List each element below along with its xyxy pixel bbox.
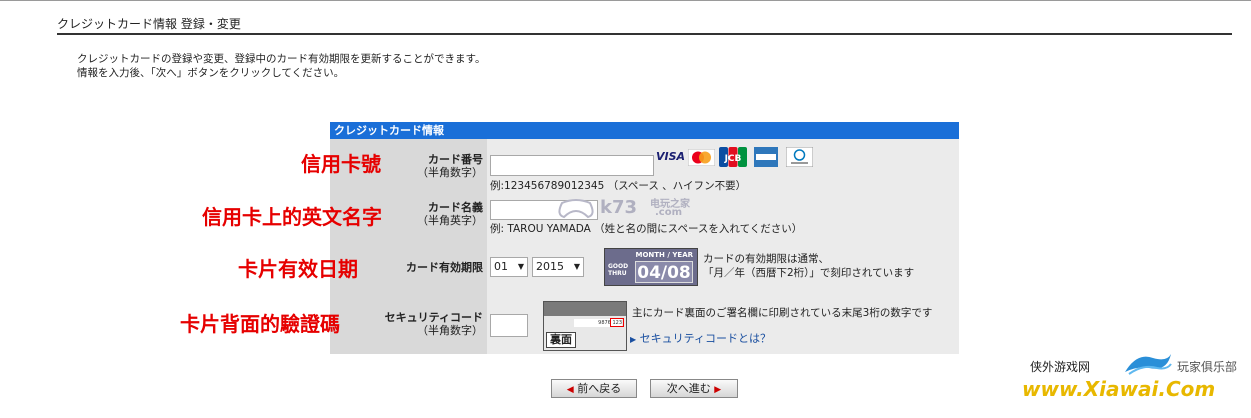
card-back-label: 裏面	[546, 332, 576, 348]
next-button-label: 次へ進む	[666, 382, 711, 395]
annotation-expiry: 卡片有效日期	[238, 257, 358, 281]
card-number-input[interactable]	[490, 155, 654, 176]
expiry-badge-good-thru: GOOD THRU	[608, 263, 629, 277]
chevron-down-icon: ▼	[517, 262, 524, 271]
link-arrow-icon: ▶	[630, 335, 637, 344]
panel-header-title: クレジットカード情報	[334, 124, 444, 137]
card-number-label: カード番号 （半角数字）	[398, 153, 483, 179]
page-title: クレジットカード情報 登録・変更	[57, 17, 241, 31]
annotation-card-number: 信用卡號	[301, 152, 381, 176]
card-name-label: カード名義 （半角英字）	[398, 201, 483, 227]
card-name-sub-label: （半角英字）	[417, 214, 483, 227]
gamepad-icon	[556, 197, 596, 221]
card-number-example: 例:123456789012345 （スペース 、ハイフン不要）	[490, 180, 747, 192]
expiry-sample-card: MONTH / YEAR GOOD THRU 04/08	[604, 248, 698, 286]
annotation-security-code: 卡片背面的驗證碼	[180, 312, 340, 336]
card-name-label-text: カード名義	[428, 201, 483, 214]
intro-text: クレジットカードの登録や変更、登録中のカード有効期限を更新することができます。 …	[77, 52, 485, 80]
caret-right-icon: ▶	[714, 385, 722, 395]
chevron-down-icon: ▼	[573, 262, 580, 271]
cvv-highlight	[610, 318, 624, 327]
card-number-label-text: カード番号	[428, 153, 483, 166]
wave-logo-icon	[1123, 350, 1173, 378]
top-rule	[0, 0, 1251, 1]
k73-watermark: k73	[600, 197, 638, 218]
card-number-sub-label: （半角数字）	[417, 166, 483, 179]
xiawai-watermark-url: www.Xiawai.Com	[1022, 377, 1216, 401]
expiry-note-line-1: カードの有効期限は通常、	[703, 253, 829, 265]
intro-line-1: クレジットカードの登録や変更、登録中のカード有効期限を更新することができます。	[77, 53, 486, 65]
security-code-label: セキュリティコード （半角数字）	[380, 311, 483, 337]
card-name-example: 例: TAROU YAMADA （姓と名の間にスペースを入れてください）	[490, 223, 803, 235]
xiawai-watermark-cn-2: 玩家俱乐部	[1177, 360, 1238, 374]
mastercard-icon	[687, 148, 716, 167]
jcb-icon: JCB	[719, 147, 747, 167]
title-divider	[57, 33, 1232, 35]
expiry-note-line-2: 「月／年（西暦下2桁）」で刻印されています	[703, 267, 915, 279]
expiry-badge-header: MONTH / YEAR	[635, 251, 694, 259]
intro-line-2: 情報を入力後、「次へ」ボタンをクリックしてください。	[77, 67, 345, 79]
expiry-note: カードの有効期限は通常、 「月／年（西暦下2桁）」で刻印されています	[703, 252, 914, 280]
diners-icon	[785, 146, 814, 168]
next-button[interactable]: 次へ進む ▶	[650, 379, 738, 398]
annotation-card-name: 信用卡上的英文名字	[202, 205, 382, 229]
back-button[interactable]: ◀ 前へ戻る	[551, 379, 637, 398]
amex-icon	[754, 147, 778, 167]
security-code-help-link[interactable]: ▶ セキュリティコードとは？	[630, 330, 771, 346]
security-code-sub-label: （半角数字）	[417, 324, 483, 337]
security-code-input[interactable]	[490, 314, 528, 337]
xiawai-watermark-cn-1: 侠外游戏网	[1030, 360, 1091, 374]
back-button-label: 前へ戻る	[577, 382, 622, 395]
caret-left-icon: ◀	[566, 385, 574, 395]
panel-header: クレジットカード情報	[330, 122, 959, 139]
visa-icon: VISA	[656, 150, 686, 163]
expiry-badge-value: 04/08	[635, 261, 693, 283]
security-code-label-text: セキュリティコード	[384, 311, 483, 324]
svg-text:JCB: JCB	[724, 154, 742, 164]
security-code-note: 主にカード裏面のご署名欄に印刷されている末尾3桁の数字です	[632, 307, 933, 319]
expiry-year-value: 2015	[536, 260, 564, 273]
expiry-month-value: 01	[494, 260, 508, 273]
expiry-year-select[interactable]: 2015 ▼	[532, 257, 584, 277]
card-back-illustration: 9876 123 裏面	[543, 301, 627, 351]
expiry-label: カード有効期限	[406, 261, 483, 274]
expiry-month-select[interactable]: 01 ▼	[490, 257, 528, 277]
security-code-help-link-text: セキュリティコードとは？	[639, 332, 771, 345]
k73-watermark-url: .com	[655, 207, 683, 218]
